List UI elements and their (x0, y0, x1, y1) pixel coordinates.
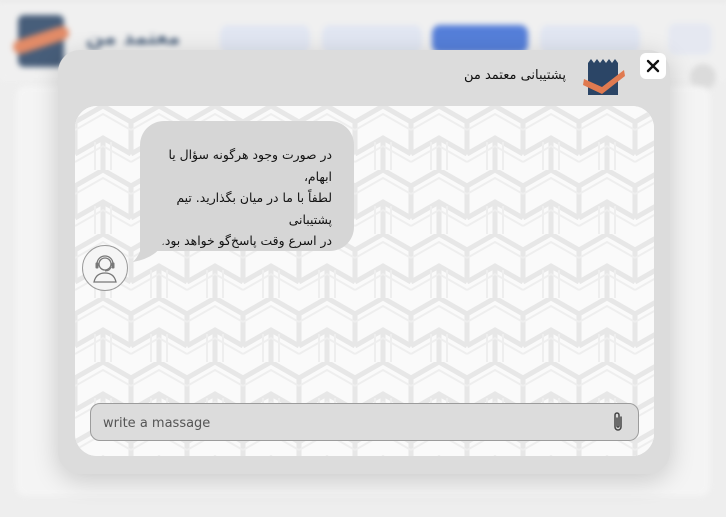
background-brand: معتمد من (86, 25, 181, 49)
background-nav-item (540, 25, 640, 53)
dialog-title: پشتیبانی معتمد من (463, 68, 566, 83)
background-nav-item-active (432, 25, 528, 53)
agent-message-bubble: در صورت وجود هرگونه سؤال یا ابهام، لطفاً… (140, 121, 354, 251)
bubble-tail (133, 234, 163, 262)
support-chat-dialog: پشتیبانی معتمد من در صورت وجود هرگونه سؤ… (58, 50, 670, 474)
background-logo (18, 15, 64, 67)
message-line: در صورت وجود هرگونه سؤال یا ابهام، (168, 147, 332, 184)
background-nav-item (322, 25, 422, 53)
chat-area: در صورت وجود هرگونه سؤال یا ابهام، لطفاً… (75, 106, 654, 456)
support-agent-icon (93, 255, 117, 283)
paperclip-icon (614, 412, 622, 431)
message-line: در اسرع وقت پاسخ‌گو خواهد بود. (160, 233, 332, 248)
background-button (668, 23, 712, 55)
agent-message-text: در صورت وجود هرگونه سؤال یا ابهام، لطفاً… (150, 144, 332, 252)
agent-avatar (82, 245, 128, 291)
message-input[interactable] (101, 404, 605, 442)
message-line: لطفاً با ما در میان بگذارید. تیم پشتیبان… (176, 190, 332, 227)
support-logo-icon (583, 59, 625, 95)
close-button[interactable] (640, 53, 666, 79)
attach-button[interactable] (608, 410, 628, 434)
background-nav-item (220, 25, 310, 53)
close-icon (646, 59, 660, 73)
message-input-container (90, 403, 639, 442)
